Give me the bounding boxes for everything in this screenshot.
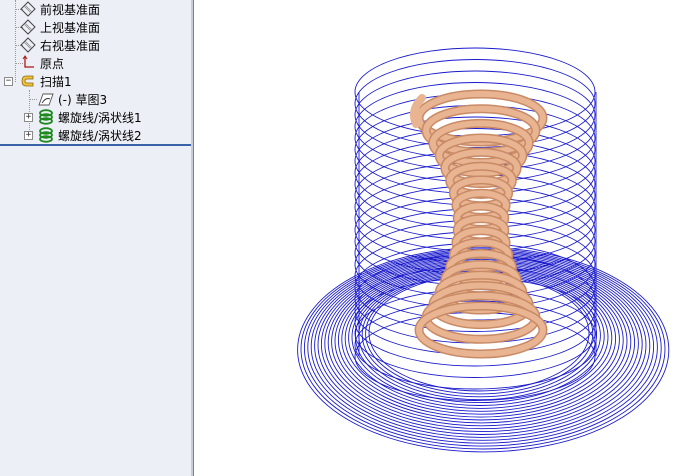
tree-item-sketch3[interactable]: (-) 草图3 <box>38 90 107 108</box>
helix-icon <box>38 109 54 125</box>
tree-item-label: 右视基准面 <box>40 38 101 53</box>
expand-toggle[interactable]: + <box>24 113 33 122</box>
rollback-bar[interactable] <box>0 144 191 146</box>
tree-item-label: 上视基准面 <box>40 20 101 35</box>
outer-helix-curve <box>354 47 597 401</box>
expand-toggle[interactable]: + <box>24 131 33 140</box>
plane-icon <box>20 37 36 53</box>
tree-item-label: 螺旋线/涡状线1 <box>58 110 142 125</box>
tree-item-label: 前视基准面 <box>40 2 101 17</box>
collapse-toggle[interactable]: − <box>4 77 13 86</box>
tree-connector <box>29 99 37 100</box>
model-view <box>297 47 670 453</box>
tree-item-sweep[interactable]: 扫描1 <box>20 72 72 90</box>
tree-item-label: 原点 <box>40 56 65 71</box>
tree-item-helix2[interactable]: 螺旋线/涡状线2 <box>38 126 142 144</box>
graphics-viewport[interactable] <box>194 0 686 476</box>
sweep-icon <box>20 73 36 89</box>
tree-item-label: (-) 草图3 <box>58 92 108 107</box>
tree-item-right-plane[interactable]: 右视基准面 <box>20 36 100 54</box>
tree-item-front-plane[interactable]: 前视基准面 <box>20 0 100 18</box>
tree-item-label: 扫描1 <box>40 74 72 89</box>
tree-connector <box>15 0 16 82</box>
plane-icon <box>20 1 36 17</box>
feature-manager-tree: 前视基准面 上视基准面 右视基准面 原点 − 扫描1 (-) 草图3 + 螺旋线… <box>0 0 191 476</box>
tree-item-top-plane[interactable]: 上视基准面 <box>20 18 100 36</box>
tree-item-origin[interactable]: 原点 <box>20 54 64 72</box>
tree-item-label: 螺旋线/涡状线2 <box>58 128 142 143</box>
origin-icon <box>20 55 36 71</box>
tree-item-helix1[interactable]: 螺旋线/涡状线1 <box>38 108 142 126</box>
helix-icon <box>38 127 54 143</box>
sketch-icon <box>38 91 54 107</box>
plane-icon <box>20 19 36 35</box>
